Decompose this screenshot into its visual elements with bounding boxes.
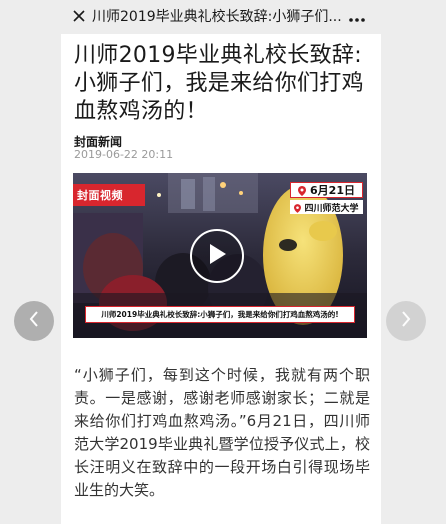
more-icon xyxy=(348,8,366,27)
close-icon xyxy=(72,8,86,27)
article-body: “小狮子们，每到这个时候，我就有两个职责。一是感谢，感谢老师感谢家长；二就是来给… xyxy=(74,366,370,499)
top-bar: 川师2019毕业典礼校长致辞:小狮子们... xyxy=(0,0,446,34)
video-logo: 封面视频 xyxy=(73,184,145,206)
video-school-tag: 四川师范大学 xyxy=(290,200,363,214)
play-icon xyxy=(207,243,227,269)
previous-button[interactable] xyxy=(14,301,54,341)
article-sheet: 川师2019毕业典礼校长致辞:小狮子们，我是来给你们打鸡血熬鸡汤的！ 封面新闻 … xyxy=(61,34,381,524)
video-player[interactable]: 封面视频 6月21日 四川师范大学 川师2019毕业典礼校长致辞:小狮子们，我是… xyxy=(73,173,367,338)
location-pin-icon xyxy=(294,198,302,217)
more-button[interactable] xyxy=(342,2,372,32)
next-button[interactable] xyxy=(386,301,426,341)
window-title: 川师2019毕业典礼校长致辞:小狮子们... xyxy=(92,9,342,25)
video-caption: 川师2019毕业典礼校长致辞:小狮子们，我是来给你们打鸡血熬鸡汤的! xyxy=(85,306,355,323)
close-button[interactable] xyxy=(62,0,96,34)
chevron-right-icon xyxy=(400,310,412,332)
play-button[interactable] xyxy=(190,229,244,283)
article-title: 川师2019毕业典礼校长致辞:小狮子们，我是来给你们打鸡血熬鸡汤的！ xyxy=(74,43,364,124)
video-date-tag: 6月21日 xyxy=(290,182,363,198)
chevron-left-icon xyxy=(28,310,40,332)
article-date: 2019-06-22 20:11 xyxy=(74,148,174,161)
